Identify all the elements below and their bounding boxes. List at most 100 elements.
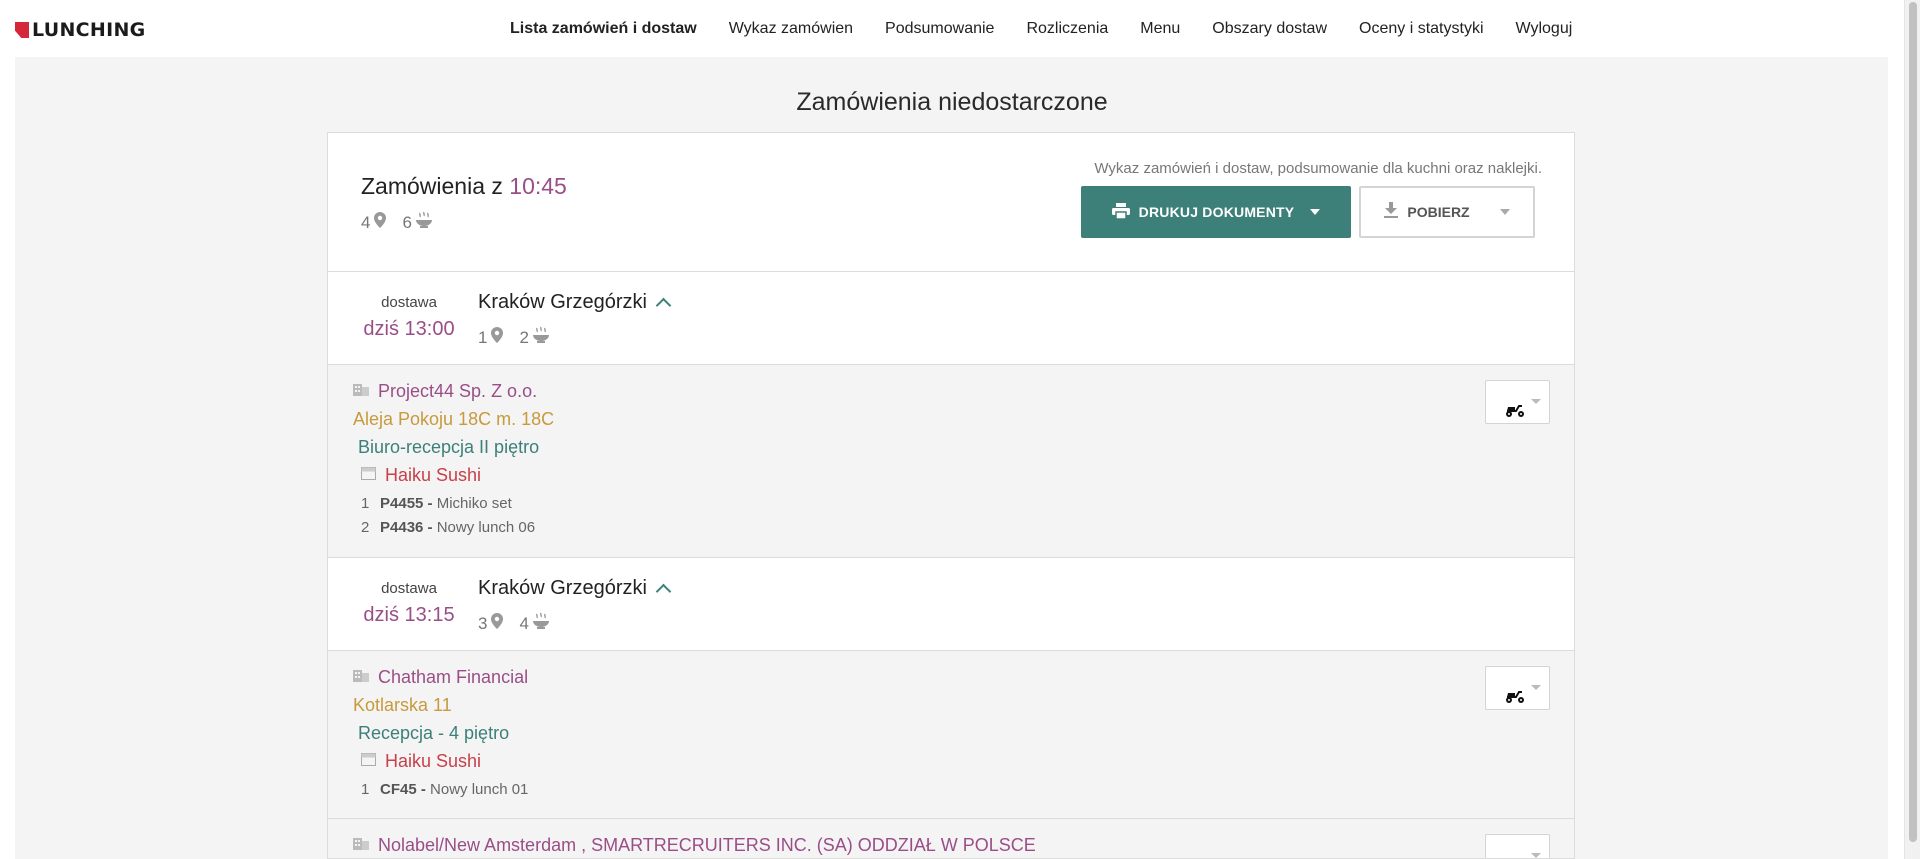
company-row: Nolabel/New Amsterdam , SMARTRECRUITERS …	[353, 835, 1036, 856]
order-item: 2 P4436 - Nowy lunch 06	[353, 519, 535, 536]
order-card: Chatham Financial Kotlarska 11 Recepcja …	[328, 651, 1574, 819]
courier-dropdown-button[interactable]	[1485, 380, 1550, 424]
scooter-icon	[1504, 688, 1526, 709]
order-card: Nolabel/New Amsterdam , SMARTRECRUITERS …	[328, 819, 1574, 858]
company-row: Chatham Financial	[353, 667, 528, 688]
nav-item-logout[interactable]: Wyloguj	[1516, 20, 1573, 38]
location-count: 3	[478, 613, 488, 633]
item-code: P4436 -	[380, 519, 433, 536]
order-card: Project44 Sp. Z o.o. Aleja Pokoju 18C m.…	[328, 365, 1574, 558]
room-row: Recepcja - 4 piętro	[358, 723, 509, 744]
location-count: 1	[478, 327, 488, 347]
item-name: Michiko set	[436, 495, 512, 512]
item-name: Nowy lunch 01	[430, 781, 529, 798]
address: Aleja Pokoju 18C m. 18C	[353, 409, 555, 429]
map-pin-icon	[489, 612, 505, 635]
delivery-label: dostawa	[381, 580, 437, 597]
map-pin-icon	[489, 326, 505, 349]
store-icon	[361, 466, 376, 485]
delivery-header: dostawa dziś 13:15 Kraków Grzegórzki 3 4	[328, 558, 1574, 651]
nav-item-delivery-areas[interactable]: Obszary dostaw	[1212, 20, 1327, 38]
chevron-up-icon[interactable]	[655, 583, 672, 600]
courier-dropdown-button[interactable]	[1485, 834, 1550, 858]
delivery-area: Kraków Grzegórzki	[478, 291, 672, 314]
page-scrollbar[interactable]	[1904, 0, 1920, 859]
caret-down-icon	[1499, 209, 1510, 215]
room-row: Biuro-recepcja II piętro	[358, 437, 539, 458]
meal-count: 2	[519, 327, 529, 347]
caret-down-icon	[1531, 685, 1541, 690]
orders-panel: Zamówienia z 10:45 4 6 Wykaz zamówień i …	[327, 132, 1575, 859]
nav-item-menu[interactable]: Menu	[1140, 20, 1180, 38]
nav-item-orders-deliveries[interactable]: Lista zamówień i dostaw	[510, 20, 697, 38]
address-row: Kotlarska 11	[353, 695, 452, 716]
batch-header: Zamówienia z 10:45 4 6 Wykaz zamówień i …	[328, 133, 1574, 272]
order-item: 1 P4455 - Michiko set	[353, 495, 512, 512]
delivery-counts: 1 2	[478, 326, 551, 349]
company-name: Project44 Sp. Z o.o.	[378, 381, 538, 401]
restaurant-row: Haiku Sushi	[361, 465, 481, 486]
building-icon	[353, 382, 369, 401]
meal-count: 6	[402, 212, 412, 232]
print-documents-label: DRUKUJ DOKUMENTY	[1138, 204, 1295, 220]
batch-time: 10:45	[509, 173, 567, 199]
item-qty: 1	[361, 781, 370, 798]
meal-bowl-icon	[414, 211, 434, 234]
batch-title-prefix: Zamówienia z	[361, 173, 503, 199]
location-count: 4	[361, 212, 371, 232]
logo-mark-icon	[15, 22, 29, 38]
building-icon	[353, 836, 369, 855]
chevron-up-icon[interactable]	[655, 297, 672, 314]
courier-dropdown-button[interactable]	[1485, 666, 1550, 710]
page-title: Zamówienia niedostarczone	[796, 88, 1108, 116]
caret-down-icon	[1531, 399, 1541, 404]
download-label: POBIERZ	[1407, 204, 1470, 220]
item-code: CF45 -	[380, 781, 426, 798]
restaurant-name: Haiku Sushi	[385, 751, 482, 771]
scrollbar-thumb[interactable]	[1909, 2, 1917, 842]
download-icon	[1384, 202, 1399, 222]
nav-item-summary[interactable]: Podsumowanie	[885, 20, 994, 38]
restaurant-name: Haiku Sushi	[385, 465, 482, 485]
delivery-time: dziś 13:15	[363, 604, 455, 626]
meal-count: 4	[519, 613, 529, 633]
batch-hint: Wykaz zamówień i dostaw, podsumowanie dl…	[1094, 160, 1542, 177]
meal-bowl-icon	[531, 326, 551, 349]
nav-item-settlements[interactable]: Rozliczenia	[1026, 20, 1108, 38]
caret-down-icon	[1310, 209, 1321, 215]
item-qty: 1	[361, 495, 370, 512]
scooter-icon	[1504, 402, 1526, 423]
company-name: Nolabel/New Amsterdam , SMARTRECRUITERS …	[378, 835, 1036, 855]
nav-item-order-list[interactable]: Wykaz zamówien	[729, 20, 853, 38]
restaurant-row: Haiku Sushi	[361, 751, 481, 772]
batch-title: Zamówienia z 10:45	[361, 173, 567, 200]
delivery-room: Recepcja - 4 piętro	[358, 723, 510, 743]
delivery-area-name: Kraków Grzegórzki	[478, 577, 647, 599]
map-pin-icon	[372, 211, 388, 234]
main-nav: Lista zamówień i dostaw Wykaz zamówien P…	[510, 0, 1604, 57]
meal-bowl-icon	[531, 612, 551, 635]
company-name: Chatham Financial	[378, 667, 529, 687]
address: Kotlarska 11	[353, 695, 452, 715]
store-icon	[361, 752, 376, 771]
download-button[interactable]: POBIERZ	[1359, 186, 1535, 238]
caret-down-icon	[1531, 853, 1541, 858]
print-documents-button[interactable]: DRUKUJ DOKUMENTY	[1081, 186, 1351, 238]
building-icon	[353, 668, 369, 687]
delivery-area: Kraków Grzegórzki	[478, 577, 672, 600]
brand-logo[interactable]: LUNCHING	[15, 19, 146, 41]
delivery-time: dziś 13:00	[363, 318, 455, 340]
delivery-header: dostawa dziś 13:00 Kraków Grzegórzki 1 2	[328, 272, 1574, 365]
address-row: Aleja Pokoju 18C m. 18C	[353, 409, 554, 430]
delivery-area-name: Kraków Grzegórzki	[478, 291, 647, 313]
item-qty: 2	[361, 519, 370, 536]
delivery-room: Biuro-recepcja II piętro	[358, 437, 540, 457]
order-item: 1 CF45 - Nowy lunch 01	[353, 781, 528, 798]
top-navbar: LUNCHING Lista zamówień i dostaw Wykaz z…	[0, 0, 1904, 57]
batch-counts: 4 6	[361, 211, 434, 234]
delivery-label: dostawa	[381, 294, 437, 311]
company-row: Project44 Sp. Z o.o.	[353, 381, 537, 402]
delivery-counts: 3 4	[478, 612, 551, 635]
item-name: Nowy lunch 06	[436, 519, 536, 536]
nav-item-ratings[interactable]: Oceny i statystyki	[1359, 20, 1483, 38]
